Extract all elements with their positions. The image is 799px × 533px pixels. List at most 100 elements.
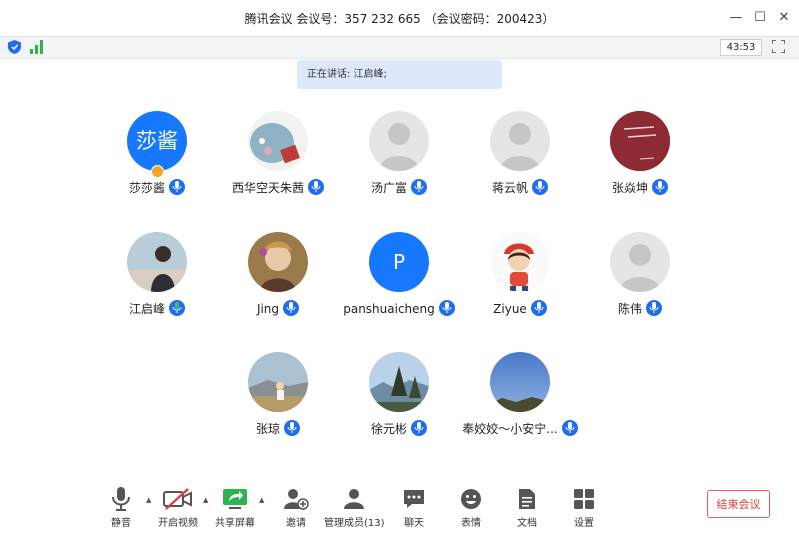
avatar — [248, 111, 308, 171]
chat-button[interactable]: 聊天 — [384, 486, 444, 529]
avatar-photo — [610, 111, 670, 171]
share-screen-button[interactable]: 共享屏幕 — [205, 486, 265, 529]
avatar — [127, 232, 187, 292]
share-options-caret-icon[interactable]: ▲ — [259, 496, 264, 504]
participant-name: 江启峰 — [128, 302, 165, 316]
participant-tile[interactable]: 蒋云帆 — [460, 111, 580, 221]
document-icon — [519, 489, 535, 509]
participant-name-row: 张焱坤 — [560, 179, 720, 196]
avatar — [610, 111, 670, 171]
participant-tile[interactable]: 张焱坤 — [580, 111, 700, 221]
participant-tile[interactable]: Ziyue — [460, 232, 580, 342]
avatar-initials: 莎酱 — [136, 129, 178, 153]
participant-name: 陈伟 — [617, 302, 642, 316]
participant-tile[interactable]: 莎酱 莎莎酱 — [97, 111, 217, 221]
participant-tile[interactable]: P panshuaicheng — [339, 232, 459, 342]
participant-tile[interactable]: Jing — [218, 232, 338, 342]
microphone-icon[interactable] — [530, 300, 547, 316]
default-avatar-icon — [500, 123, 540, 171]
mute-button[interactable]: 静音 — [91, 486, 151, 529]
participant-tile[interactable]: 陈伟 — [580, 232, 700, 342]
avatar — [369, 352, 429, 412]
avatar — [610, 232, 670, 292]
participant-name: panshuaicheng — [343, 302, 435, 316]
microphone-icon[interactable] — [652, 179, 668, 195]
avatar-photo — [248, 352, 308, 412]
close-button[interactable]: ✕ — [774, 8, 794, 28]
maximize-button[interactable]: ☐ — [750, 8, 770, 28]
microphone-icon — [112, 487, 130, 511]
participant-tile[interactable]: 汤广富 — [339, 111, 459, 221]
status-bar: 43:53 — [0, 36, 799, 59]
microphone-icon[interactable] — [411, 179, 427, 195]
participant-name: 徐元彬 — [370, 422, 407, 436]
chat-icon — [404, 490, 424, 508]
participant-tile[interactable]: 张琼 — [218, 352, 338, 462]
avatar: P — [369, 232, 429, 292]
microphone-icon[interactable] — [411, 420, 427, 436]
participant-tile[interactable]: 奉姣姣～小安宁... — [460, 352, 580, 462]
emoji-icon — [461, 489, 481, 509]
participant-name: Jing — [256, 302, 280, 316]
invite-label: 邀请 — [286, 518, 306, 529]
settings-label: 设置 — [574, 518, 594, 529]
signal-bars-icon[interactable] — [30, 40, 44, 54]
microphone-speaking-icon[interactable] — [169, 300, 185, 316]
avatar: 莎酱 — [127, 111, 187, 171]
microphone-icon[interactable] — [283, 300, 300, 316]
avatar — [490, 232, 550, 292]
window-title: 腾讯会议 会议号：357 232 665 （会议密码：200423） — [244, 12, 555, 26]
microphone-icon[interactable] — [169, 179, 185, 195]
microphone-icon[interactable] — [532, 179, 548, 195]
avatar — [490, 352, 550, 412]
participant-name-row: 奉姣姣～小安宁... — [440, 420, 600, 437]
minimize-button[interactable]: — — [726, 8, 746, 28]
emoji-button[interactable]: 表情 — [441, 486, 501, 529]
default-avatar-icon — [379, 123, 419, 171]
title-bar: 腾讯会议 会议号：357 232 665 （会议密码：200423） — ☐ ✕ — [0, 0, 799, 36]
meeting-timer: 43:53 — [720, 39, 762, 56]
documents-button[interactable]: 文档 — [497, 486, 557, 529]
speaking-banner: 正在讲话: 江启峰; — [297, 60, 502, 89]
settings-grid-icon — [574, 489, 594, 509]
microphone-icon[interactable] — [646, 300, 662, 316]
avatar — [369, 111, 429, 171]
manage-members-button[interactable]: 管理成员(13) — [324, 486, 385, 529]
avatar — [248, 232, 308, 292]
avatar-photo — [248, 232, 308, 292]
settings-button[interactable]: 设置 — [554, 486, 614, 529]
microphone-icon[interactable] — [561, 420, 578, 436]
fullscreen-icon[interactable] — [772, 40, 785, 53]
avatar-photo — [248, 111, 308, 171]
shield-icon[interactable] — [8, 40, 21, 54]
documents-label: 文档 — [517, 518, 537, 529]
share-screen-icon — [223, 489, 247, 509]
participant-name: Ziyue — [493, 302, 527, 316]
participant-tile[interactable]: 江启峰 — [97, 232, 217, 342]
participant-name-row: 陈伟 — [560, 300, 720, 317]
start-video-button[interactable]: 开启视频 — [148, 486, 208, 529]
participant-name: 蒋云帆 — [491, 181, 528, 195]
members-icon — [344, 489, 364, 509]
invite-button[interactable]: 邀请 — [266, 486, 326, 529]
participant-tile[interactable]: 徐元彬 — [339, 352, 459, 462]
host-badge-icon — [151, 165, 164, 178]
participant-tile[interactable]: 西华空天朱茜 — [218, 111, 338, 221]
avatar-photo — [490, 232, 550, 292]
add-user-icon — [284, 489, 309, 510]
emoji-label: 表情 — [461, 518, 481, 529]
manage-members-label: 管理成员(13) — [324, 518, 385, 529]
participant-name: 张琼 — [255, 422, 280, 436]
mute-label: 静音 — [111, 518, 131, 529]
participant-name: 汤广富 — [370, 181, 407, 195]
chat-label: 聊天 — [404, 518, 424, 529]
participant-name: 莎莎酱 — [128, 181, 165, 195]
avatar-photo — [127, 232, 187, 292]
microphone-icon[interactable] — [284, 420, 300, 436]
start-video-label: 开启视频 — [158, 518, 198, 529]
participant-name: 西华空天朱茜 — [231, 181, 304, 195]
end-meeting-button[interactable]: 结束会议 — [707, 490, 770, 518]
avatar — [248, 352, 308, 412]
participant-name: 张焱坤 — [611, 181, 648, 195]
share-screen-label: 共享屏幕 — [215, 518, 255, 529]
